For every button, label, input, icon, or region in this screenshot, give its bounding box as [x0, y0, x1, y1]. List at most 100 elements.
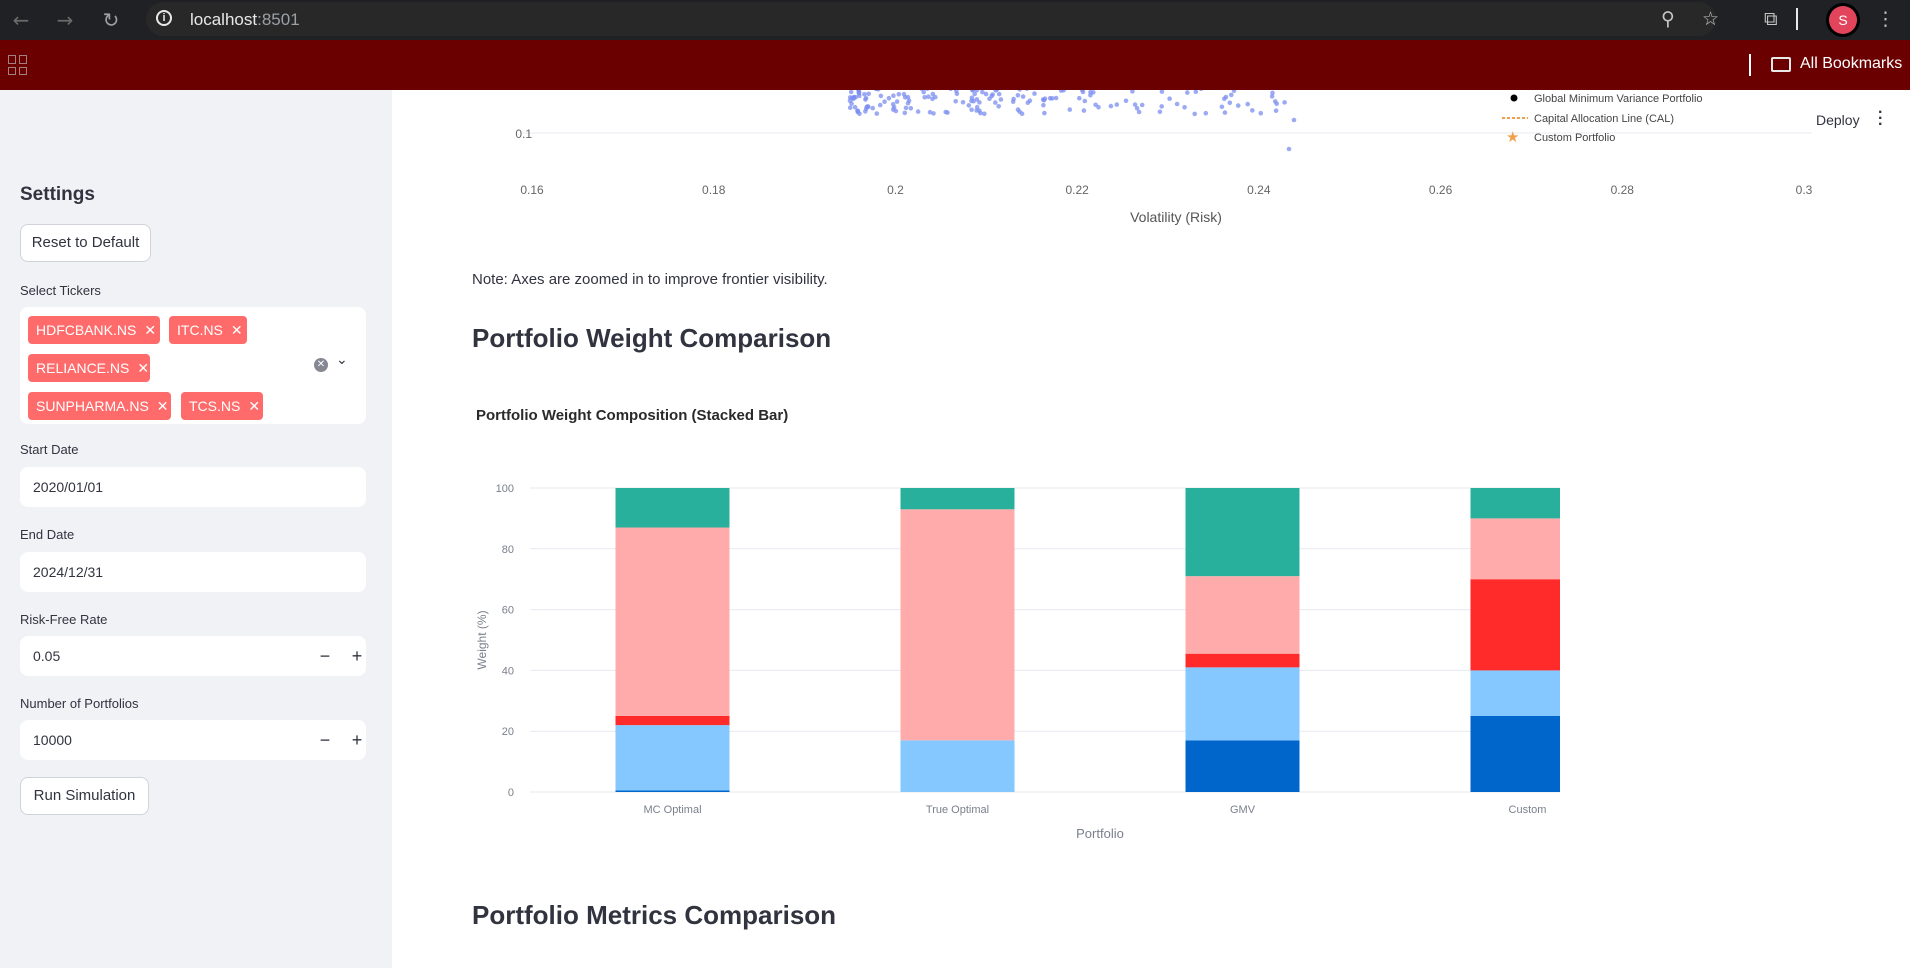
scatter-point: [1229, 92, 1234, 98]
bar-segment: [1470, 670, 1560, 716]
x-tick-label: 0.3: [1796, 183, 1812, 197]
remove-tag-icon[interactable]: ✕: [248, 398, 260, 414]
scatter-point: [1159, 90, 1165, 94]
scatter-point: [1231, 90, 1237, 93]
scatter-point: [857, 93, 862, 99]
address-bar[interactable]: i localhost:8501: [146, 2, 1716, 36]
scatter-point: [863, 109, 868, 114]
profile-avatar[interactable]: S: [1829, 6, 1857, 34]
bookmark-star-icon[interactable]: ☆: [1702, 9, 1719, 29]
num-portfolios-input[interactable]: 10000 − +: [20, 720, 366, 760]
bookmarks-bar: All Bookmarks: [0, 40, 1910, 90]
scatter-point: [1015, 93, 1021, 98]
legend-label: Custom Portfolio: [1534, 132, 1615, 144]
y-tick-label: 80: [502, 544, 514, 556]
scatter-point: [931, 111, 936, 116]
forward-arrow-icon[interactable]: →: [54, 9, 76, 31]
scatter-point: [1159, 104, 1164, 109]
ticker-tag[interactable]: SUNPHARMA.NS ✕: [28, 392, 171, 420]
all-bookmarks-link[interactable]: All Bookmarks: [1800, 55, 1902, 73]
risk-free-label: Risk-Free Rate: [20, 612, 108, 627]
ticker-tag[interactable]: ITC.NS ✕: [169, 316, 247, 344]
scatter-point: [1222, 110, 1228, 115]
scatter-point: [1167, 96, 1172, 101]
run-simulation-button[interactable]: Run Simulation: [20, 777, 149, 815]
scatter-point: [996, 91, 1002, 97]
site-info-icon[interactable]: i: [156, 10, 172, 26]
bar-segment: [615, 790, 730, 792]
scatter-point: [865, 104, 871, 109]
scatter-point: [847, 98, 853, 103]
scatter-point: [1077, 95, 1082, 101]
scatter-point: [891, 93, 896, 98]
scatter-point: [993, 100, 998, 105]
ticker-tag[interactable]: TCS.NS ✕: [181, 392, 263, 420]
back-arrow-icon[interactable]: ←: [10, 9, 32, 31]
scatter-point: [1282, 100, 1287, 105]
y-tick-label: 60: [502, 605, 514, 617]
apps-grid-icon[interactable]: [8, 55, 28, 75]
ticker-tag[interactable]: RELIANCE.NS ✕: [28, 354, 150, 382]
remove-tag-icon[interactable]: ✕: [137, 360, 149, 376]
x-tick-label: 0.18: [702, 183, 726, 197]
reset-button[interactable]: Reset to Default: [20, 224, 151, 262]
increment-button[interactable]: +: [345, 720, 369, 760]
ticker-tag[interactable]: HDFCBANK.NS ✕: [28, 316, 160, 344]
start-date-input[interactable]: 2020/01/01: [20, 467, 366, 507]
bar-segment: [615, 725, 730, 791]
bar-segment: [1185, 576, 1300, 654]
bar-segment: [615, 527, 730, 716]
more-menu-icon[interactable]: · · ·: [1878, 105, 1883, 133]
scatter-point: [1123, 98, 1129, 104]
bar-segment: [900, 740, 1015, 792]
folder-icon[interactable]: [1771, 57, 1791, 72]
bar-segment: [1185, 488, 1300, 577]
scatter-point: [1223, 94, 1229, 100]
decrement-button[interactable]: −: [313, 720, 337, 760]
chevron-down-icon[interactable]: ⌄: [336, 351, 348, 368]
scatter-point: [1058, 90, 1064, 93]
scatter-point: [1067, 107, 1073, 112]
remove-tag-icon[interactable]: ✕: [157, 398, 169, 414]
scatter-point: [993, 90, 998, 93]
scatter-point: [874, 111, 880, 116]
end-date-input[interactable]: 2024/12/31: [20, 552, 366, 592]
gmv-legend-marker: [1510, 94, 1518, 102]
scatter-point: [953, 99, 958, 104]
y-tick-label: 0.1: [515, 127, 532, 141]
scatter-point: [847, 105, 853, 110]
scatter-point: [878, 93, 884, 99]
scatter-point: [948, 90, 953, 92]
clear-all-icon[interactable]: ✕: [314, 358, 328, 372]
deploy-button[interactable]: Deploy: [1816, 112, 1860, 128]
risk-free-input[interactable]: 0.05 − +: [20, 636, 366, 676]
remove-tag-icon[interactable]: ✕: [231, 322, 243, 338]
y-axis-label: Weight (%): [475, 610, 489, 669]
tickers-multiselect[interactable]: HDFCBANK.NS ✕ ITC.NS ✕ RELIANCE.NS ✕ SUNPHA…: [20, 307, 366, 424]
scatter-point: [943, 109, 948, 115]
scatter-point: [954, 91, 960, 97]
scatter-point: [1096, 104, 1101, 110]
scatter-point: [894, 99, 900, 104]
scatter-point: [882, 99, 887, 104]
scatter-point: [886, 95, 892, 101]
browser-toolbar: ← → ↻ i localhost:8501 ⚲ ☆ ⧉ S ⋮: [0, 0, 1910, 40]
scatter-point: [1250, 108, 1255, 113]
increment-button[interactable]: +: [345, 636, 369, 676]
extensions-icon[interactable]: ⧉: [1764, 9, 1778, 29]
chrome-menu-icon[interactable]: ⋮: [1876, 9, 1895, 29]
scatter-point: [1182, 105, 1187, 110]
scatter-point: [925, 90, 930, 91]
scatter-point: [1041, 97, 1047, 103]
zoom-icon[interactable]: ⚲: [1661, 9, 1675, 29]
scatter-point: [930, 91, 936, 97]
scatter-point: [1192, 111, 1197, 117]
reload-icon[interactable]: ↻: [100, 9, 122, 31]
bar-segment: [900, 509, 1015, 741]
bar-segment: [1185, 653, 1300, 668]
star-icon: ★: [1506, 129, 1519, 146]
scatter-point: [1139, 102, 1145, 108]
decrement-button[interactable]: −: [313, 636, 337, 676]
remove-tag-icon[interactable]: ✕: [144, 322, 156, 338]
num-portfolios-label: Number of Portfolios: [20, 696, 139, 711]
